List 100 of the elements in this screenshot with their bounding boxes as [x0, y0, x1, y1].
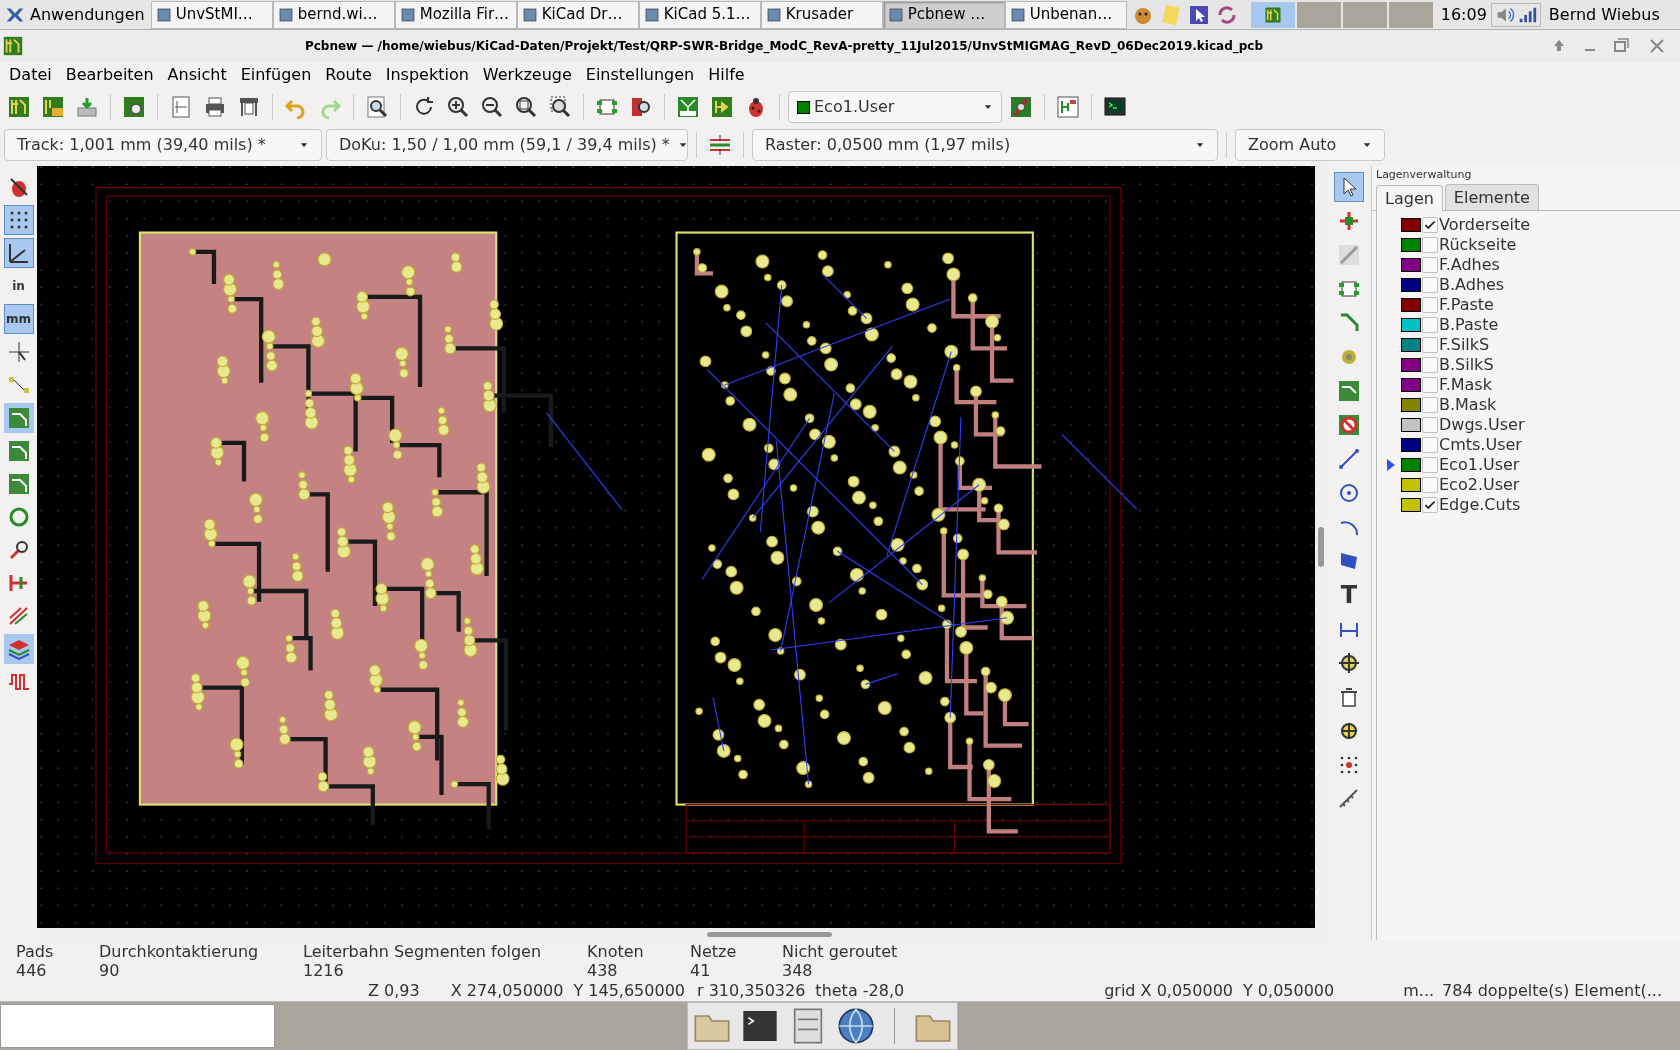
layer-color-swatch[interactable] — [1401, 298, 1421, 312]
stat-value: 446 — [16, 961, 48, 980]
layer-checkbox[interactable] — [1422, 257, 1438, 273]
status-field: grid X 0,050000 — [1104, 978, 1233, 1003]
zoom-out-icon — [480, 95, 504, 119]
status-field: 784 doppelte(s) Element(... — [1442, 978, 1662, 1003]
taskbar-window-button[interactable]: Pcbnew … — [882, 0, 1005, 29]
taskbar-window-button[interactable]: UnvStMI… — [150, 0, 273, 29]
layer-checkbox[interactable] — [1422, 377, 1438, 393]
layer-color-swatch[interactable] — [1401, 398, 1421, 412]
layer-color-swatch[interactable] — [1401, 378, 1421, 392]
taskbar-window-button[interactable]: Krusader — [760, 0, 883, 29]
taskbar-window-button[interactable]: bernd.wi… — [272, 0, 395, 29]
plotter-icon — [237, 95, 261, 119]
panel-tab[interactable]: Elemente — [1444, 184, 1539, 210]
layer-checkbox[interactable] — [1422, 497, 1438, 513]
layer-color-swatch[interactable] — [1401, 278, 1421, 292]
layer-checkbox[interactable] — [1422, 297, 1438, 313]
search-icon — [365, 95, 389, 119]
unit-toggle[interactable]: mm — [3, 304, 34, 334]
layer-checkbox[interactable] — [1422, 417, 1438, 433]
pcb-icon — [1263, 5, 1282, 24]
layer-checkbox[interactable] — [1422, 397, 1438, 413]
layer-color-swatch[interactable] — [1401, 438, 1421, 452]
unit-toggle[interactable]: in — [3, 271, 34, 301]
workspace-tile[interactable] — [1388, 1, 1433, 28]
panel-tab[interactable]: Lagen — [1376, 185, 1443, 211]
dot-grid-button[interactable] — [3, 205, 34, 235]
stat-label: Netze — [690, 942, 738, 961]
menu-item[interactable]: Bearbeiten — [58, 62, 161, 88]
layer-checkbox[interactable] — [1422, 457, 1438, 473]
status-field: m... — [1403, 978, 1435, 1003]
layer-color-swatch[interactable] — [1401, 318, 1421, 332]
window-icon — [399, 6, 416, 23]
layer-color-swatch[interactable] — [1401, 218, 1421, 232]
dropdown-caret-icon — [299, 140, 309, 150]
workspace-tile[interactable] — [1342, 1, 1387, 28]
layers-button[interactable] — [3, 634, 34, 664]
menu-item[interactable]: Hilfe — [701, 62, 752, 88]
layer-swatch — [797, 100, 810, 114]
stat-label: Knoten — [587, 942, 645, 961]
track-width-icon — [708, 133, 732, 157]
globe-icon[interactable] — [836, 1006, 876, 1046]
taskbar-window-button[interactable]: Mozilla Fir… — [394, 0, 517, 29]
pointer-button[interactable] — [1334, 172, 1364, 202]
layer-checkbox[interactable] — [1422, 477, 1438, 493]
taskbar-window-button[interactable]: KiCad Dr… — [516, 0, 639, 29]
dropdown-caret-icon — [1195, 140, 1205, 150]
dropdown[interactable]: Zoom Auto — [1235, 129, 1385, 161]
layer-checkbox[interactable] — [1422, 277, 1438, 293]
workspace-tile[interactable] — [1250, 1, 1295, 28]
menu-item[interactable]: Einstellungen — [578, 62, 702, 88]
window-title: Pcbnew — /home/wiebus/KiCad-Daten/Projekt/Test/QRP-SWR-Bridge_ModC_RevA-pretty_11Jul2015/UnvStMIGMAG_RevD_06Dec2019.kicad_pcb — [303, 38, 1265, 55]
layer-color-swatch[interactable] — [1401, 498, 1421, 512]
layer-checkbox[interactable] — [1422, 357, 1438, 373]
window-icon — [765, 6, 782, 23]
layer-color-swatch[interactable] — [1401, 458, 1421, 472]
layer-color-swatch[interactable] — [1401, 478, 1421, 492]
taskbar-window-button[interactable]: KiCad 5.1… — [638, 0, 761, 29]
menu-item[interactable]: Einfügen — [233, 62, 319, 88]
status-field: theta -28,0 — [815, 978, 905, 1003]
zoom-in-icon — [446, 95, 470, 119]
text-input-field[interactable] — [0, 1004, 275, 1048]
layer-checkbox[interactable] — [1422, 317, 1438, 333]
window-icon — [887, 6, 904, 23]
dropdown[interactable]: Raster: 0,0500 mm (1,97 mils) — [752, 129, 1218, 161]
layer-checkbox[interactable] — [1422, 437, 1438, 453]
polar-coords-button[interactable] — [3, 238, 34, 268]
menu-item[interactable]: Route — [318, 62, 379, 88]
taskbar-window-button[interactable]: Unbenan… — [1004, 0, 1127, 29]
workspace-tile[interactable] — [1296, 1, 1341, 28]
library-search-icon — [629, 95, 653, 119]
add-footprint-icon — [1337, 209, 1361, 233]
start-menu-button[interactable]: Anwendungen — [0, 0, 149, 29]
layers-icon — [6, 637, 31, 661]
dropdown-caret-icon — [677, 140, 688, 150]
stat-label: Pads — [16, 942, 55, 961]
status-field: Y 145,650000 — [573, 978, 685, 1003]
menu-item[interactable]: Inspektion — [378, 62, 476, 88]
layer-color-swatch[interactable] — [1401, 238, 1421, 252]
keepout-icon — [1337, 413, 1361, 437]
menu-item[interactable]: Werkzeuge — [475, 62, 579, 88]
layer-color-swatch[interactable] — [1401, 358, 1421, 372]
filled-zone-button[interactable] — [3, 403, 34, 433]
text-tool-button[interactable]: T — [1334, 580, 1364, 610]
layer-color-swatch[interactable] — [1401, 338, 1421, 352]
layer-color-swatch[interactable] — [1401, 418, 1421, 432]
menu-item[interactable]: Datei — [2, 62, 59, 88]
menu-item[interactable]: Ansicht — [160, 62, 234, 88]
polar-coords-icon — [6, 241, 31, 265]
checkmark-icon — [1423, 218, 1437, 232]
layer-checkbox[interactable] — [1422, 237, 1438, 253]
window-icon — [155, 6, 172, 23]
layer-checkbox[interactable] — [1422, 217, 1438, 233]
layer-dropdown[interactable]: Eco1.User — [788, 91, 1002, 123]
layer-color-swatch[interactable] — [1401, 258, 1421, 272]
dropdown[interactable]: DoKu: 1,50 / 1,00 mm (59,1 / 39,4 mils) * — [326, 129, 688, 161]
layer-checkbox[interactable] — [1422, 337, 1438, 353]
dropdown[interactable]: Track: 1,001 mm (39,40 mils) * — [4, 129, 322, 161]
status-field: r 310,350326 — [697, 978, 806, 1003]
